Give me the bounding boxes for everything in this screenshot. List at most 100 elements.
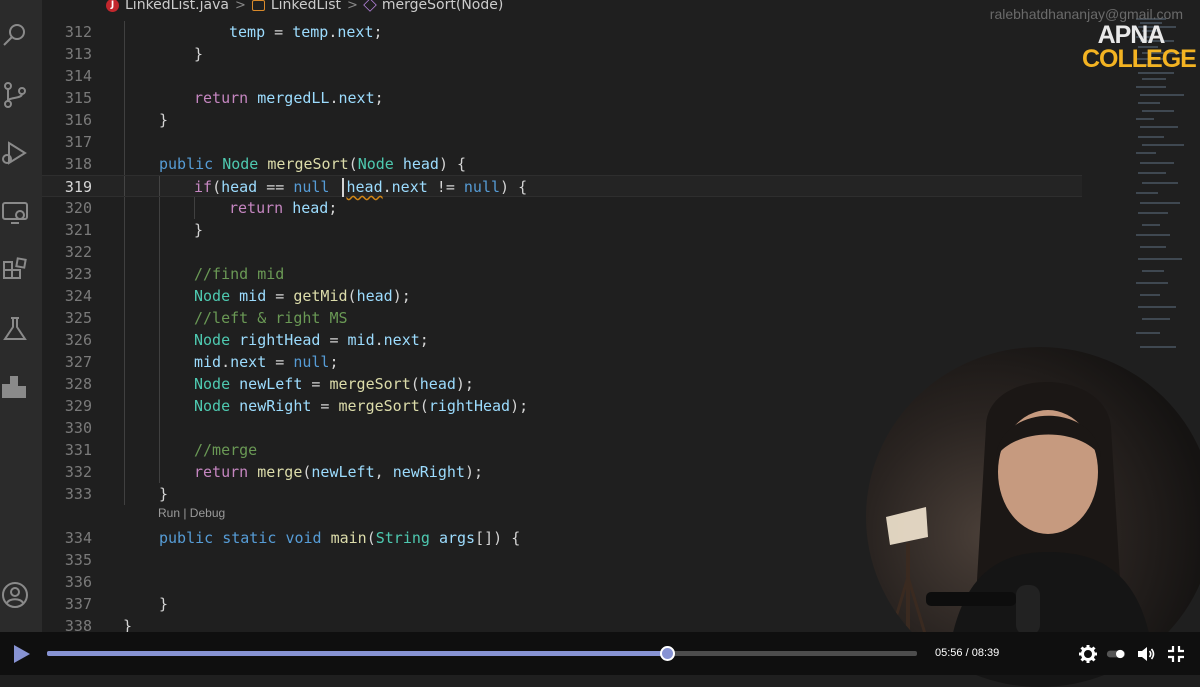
- source-control-icon[interactable]: [0, 80, 30, 110]
- code-line: 315 return mergedLL.next;: [42, 87, 1082, 109]
- code-line: 320 return head;: [42, 197, 1082, 219]
- logo-line2: COLLEGE: [1082, 44, 1197, 73]
- line-number: 324: [64, 287, 92, 305]
- minimap-line: [1140, 94, 1184, 96]
- breadcrumb: J LinkedList.java > LinkedList > mergeSo…: [106, 0, 503, 14]
- text-cursor: [341, 178, 344, 197]
- code-token: next: [338, 89, 375, 107]
- line-number: 317: [64, 133, 92, 151]
- code-token: head: [221, 178, 258, 196]
- line-number: 313: [64, 45, 92, 63]
- code-token: ;: [374, 89, 384, 107]
- line-number: 330: [64, 419, 92, 437]
- minimap-line: [1136, 332, 1160, 334]
- line-number: 315: [64, 89, 92, 107]
- run-debug-icon[interactable]: [0, 138, 30, 168]
- progress-scrubber[interactable]: [659, 646, 675, 661]
- watermark-email: ralebhatdhananjay@gmail.com: [989, 6, 1183, 22]
- fullscreen-icon[interactable]: [1166, 644, 1186, 664]
- code-token: next: [383, 331, 420, 349]
- line-number: 335: [64, 551, 92, 569]
- line-number: 312: [64, 23, 92, 41]
- code-line: 321}: [42, 219, 1082, 241]
- minimap-line: [1136, 86, 1166, 88]
- code-token: main: [330, 529, 367, 547]
- code-token: public: [159, 529, 214, 547]
- minimap-line: [1138, 136, 1164, 138]
- line-number: 325: [64, 309, 92, 327]
- code-token: rightHead: [239, 331, 321, 349]
- class-icon: [251, 0, 265, 11]
- code-token: );: [464, 463, 483, 481]
- minimap-line: [1142, 110, 1174, 112]
- code-token: getMid: [293, 287, 348, 305]
- activity-bar: [0, 0, 42, 632]
- search-icon[interactable]: [0, 20, 30, 50]
- code-token: ,: [374, 463, 393, 481]
- code-token: if: [194, 178, 213, 196]
- code-token: next: [230, 353, 267, 371]
- breadcrumb-method[interactable]: mergeSort(Node): [382, 0, 503, 13]
- play-icon[interactable]: [10, 643, 32, 665]
- code-token: ;: [329, 353, 339, 371]
- code-token: head: [356, 287, 393, 305]
- minimap-line: [1138, 258, 1182, 260]
- code-token: //merge: [194, 441, 258, 459]
- code-text: public Node mergeSort(Node head) {: [159, 153, 466, 175]
- code-text: return mergedLL.next;: [194, 87, 384, 109]
- code-token: Node: [222, 155, 259, 173]
- minimap-line: [1138, 102, 1160, 104]
- account-icon[interactable]: [0, 580, 30, 610]
- code-line: 318 public Node mergeSort(Node head) {: [42, 153, 1082, 175]
- code-token: void: [285, 529, 322, 547]
- breadcrumb-class[interactable]: LinkedList: [271, 0, 341, 13]
- line-number: 328: [64, 375, 92, 393]
- extensions-icon[interactable]: [0, 256, 30, 286]
- code-token: //left & right MS: [194, 309, 348, 327]
- minimap-line: [1140, 294, 1160, 296]
- minimap-line: [1142, 144, 1184, 146]
- code-line: 314: [42, 65, 1082, 87]
- code-token: public: [159, 155, 214, 173]
- code-token: head: [402, 155, 439, 173]
- codelens-run-debug[interactable]: Run | Debug: [158, 506, 225, 520]
- code-token: !=: [427, 178, 464, 196]
- code-text: Node newLeft = mergeSort(head);: [194, 373, 474, 395]
- code-token: =: [311, 397, 339, 415]
- code-text: temp = temp.next;: [229, 21, 383, 43]
- testing-icon[interactable]: [0, 314, 30, 344]
- settings-icon[interactable]: [1078, 644, 1098, 664]
- code-line: 322: [42, 241, 1082, 263]
- remote-explorer-icon[interactable]: [0, 198, 30, 228]
- code-line: 313}: [42, 43, 1082, 65]
- code-token: .: [382, 178, 392, 196]
- autoplay-toggle-icon[interactable]: [1106, 644, 1130, 664]
- code-token: Node: [194, 397, 231, 415]
- line-number: 314: [64, 67, 92, 85]
- volume-icon[interactable]: [1136, 644, 1156, 664]
- code-token: Node: [194, 287, 231, 305]
- code-token: =: [265, 23, 293, 41]
- line-number: 320: [64, 199, 92, 217]
- progress-bar[interactable]: [47, 646, 917, 661]
- code-token: (: [347, 287, 357, 305]
- minimap-line: [1140, 162, 1174, 164]
- code-token: }: [159, 485, 169, 503]
- code-text: Node newRight = mergeSort(rightHead);: [194, 395, 528, 417]
- code-token: =: [302, 375, 330, 393]
- line-number: 333: [64, 485, 92, 503]
- code-token: ;: [419, 331, 429, 349]
- charts-icon[interactable]: [0, 372, 30, 402]
- code-token: (: [419, 397, 429, 415]
- code-text: return merge(newLeft, newRight);: [194, 461, 483, 483]
- minimap-line: [1140, 246, 1166, 248]
- code-token: merge: [257, 463, 303, 481]
- breadcrumb-file[interactable]: LinkedList.java: [125, 0, 229, 13]
- code-text: return head;: [229, 197, 337, 219]
